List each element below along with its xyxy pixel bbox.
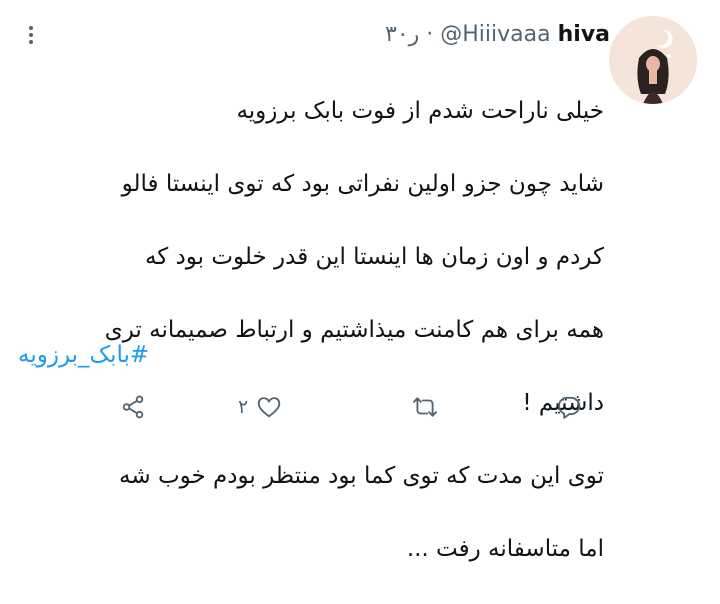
tweet-text-line: کردم و اون زمان ها اینستا این قدر خلوت ب… xyxy=(144,243,604,270)
heart-icon xyxy=(258,397,281,418)
hashtag-link[interactable]: #بابک_برزویه xyxy=(18,337,149,373)
tweet-header: ۳۰ر · @Hiiivaaa hiva xyxy=(385,20,610,50)
more-options-button[interactable] xyxy=(14,18,48,52)
avatar[interactable] xyxy=(609,16,697,104)
user-handle[interactable]: @Hiiivaaa xyxy=(440,22,550,47)
tweet-text-line: خیلی ناراحت شدم از فوت بابک برزویه xyxy=(236,97,604,124)
header-separator: · xyxy=(426,22,434,47)
tweet-text-line: توی این مدت که توی کما بود منتظر بودم خو… xyxy=(119,462,604,489)
like-count: ۲ xyxy=(238,396,249,418)
share-icon xyxy=(122,395,144,419)
tweet-time[interactable]: ۳۰ر xyxy=(385,22,419,47)
tweet-text-line: شاید چون جزو اولین نفراتی بود که توی این… xyxy=(121,170,604,197)
retweet-button[interactable] xyxy=(412,385,438,429)
tweet-card[interactable]: ۳۰ر · @Hiiivaaa hiva خیلی ناراحت شدم از … xyxy=(0,0,720,562)
avatar-illustration xyxy=(609,16,697,104)
share-button[interactable] xyxy=(120,385,146,429)
tweet-text-line: اما متاسفانه رفت ... xyxy=(406,535,604,562)
tweet-text: خیلی ناراحت شدم از فوت بابک برزویه شاید … xyxy=(18,56,604,604)
action-bar: ۲ xyxy=(0,385,720,429)
like-button[interactable]: ۲ xyxy=(238,385,282,429)
reply-icon xyxy=(558,396,581,419)
more-icon xyxy=(29,26,33,44)
reply-button[interactable] xyxy=(556,385,582,429)
retweet-icon xyxy=(413,397,437,417)
display-name[interactable]: hiva xyxy=(558,22,610,47)
